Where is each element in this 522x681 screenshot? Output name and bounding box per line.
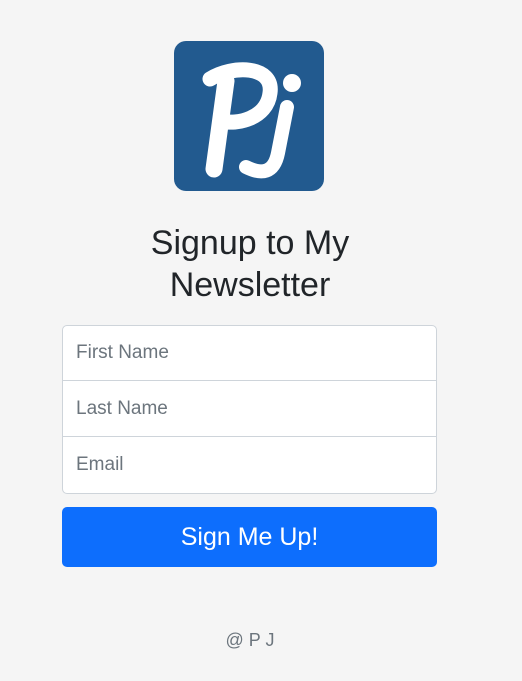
pj-logo-icon	[174, 41, 324, 191]
email-input[interactable]	[62, 437, 437, 494]
sign-up-button[interactable]: Sign Me Up!	[62, 507, 437, 567]
last-name-input[interactable]	[62, 381, 437, 437]
signup-form	[62, 325, 437, 494]
pj-logo-graphic	[202, 62, 301, 179]
page-title-line-2: Newsletter	[169, 266, 331, 304]
page-title: Signup to My Newsletter	[0, 222, 500, 306]
page-title-line-1: Signup to My	[150, 224, 350, 262]
footer-credit: @ P J	[225, 630, 275, 650]
first-name-input[interactable]	[62, 325, 437, 381]
